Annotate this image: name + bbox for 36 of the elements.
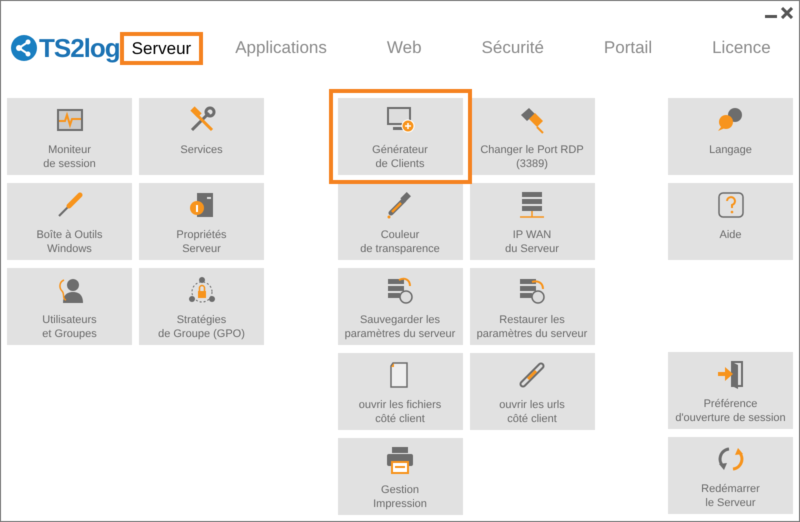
- door-arrow-icon: [716, 359, 746, 389]
- tile-button[interactable]: Sauvegarder les paramètres du serveur: [338, 268, 462, 345]
- tile-button[interactable]: Langage: [668, 98, 793, 175]
- tile-button[interactable]: ouvrir les fichiers côté client: [338, 353, 462, 430]
- tile-button[interactable]: Changer le Port RDP (3389): [470, 98, 594, 175]
- tile-button[interactable]: Boîte à Outils Windows: [7, 183, 132, 260]
- tile-button[interactable]: ouvrir les urls côté client: [470, 353, 594, 430]
- tile-button[interactable]: Couleur de transparence: [338, 183, 462, 260]
- server-network-icon: [517, 190, 547, 220]
- share-network-logo-icon: [10, 34, 38, 62]
- question-mark-icon: [716, 190, 746, 220]
- close-icon[interactable]: [781, 7, 793, 19]
- tab[interactable]: Applications: [235, 35, 327, 61]
- tile-button[interactable]: IP WAN du Serveur: [470, 183, 594, 260]
- tile-button[interactable]: Propriétés Serveur: [139, 183, 264, 260]
- tab[interactable]: Licence: [712, 35, 771, 61]
- tile-button[interactable]: Aide: [668, 183, 793, 260]
- chain-link-icon: [517, 360, 547, 390]
- tile-button[interactable]: Restaurer les paramètres du serveur: [470, 268, 594, 345]
- tile-button[interactable]: Services: [139, 98, 264, 175]
- tile-button[interactable]: Générateur de Clients: [328, 89, 472, 184]
- tab[interactable]: Serveur: [120, 32, 204, 64]
- network-lock-icon: [186, 275, 216, 305]
- tile-button[interactable]: Stratégies de Groupe (GPO): [139, 268, 264, 345]
- tile-button[interactable]: Moniteur de session: [7, 98, 132, 175]
- tab[interactable]: Portail: [604, 35, 652, 61]
- tab[interactable]: Web: [386, 35, 422, 61]
- tile-button[interactable]: Préférence d'ouverture de session: [668, 352, 793, 429]
- tile-button[interactable]: Utilisateurs et Groupes: [7, 268, 132, 345]
- server-disc-save-icon: [385, 275, 415, 305]
- monitor-plus-icon: [385, 105, 415, 135]
- tile-button[interactable]: Redémarrer le Serveur: [668, 437, 793, 514]
- printer-icon: [385, 445, 415, 475]
- logo-text: TS2log: [39, 32, 120, 64]
- tab[interactable]: Sécurité: [482, 35, 544, 61]
- tile-button[interactable]: Gestion Impression: [338, 438, 462, 515]
